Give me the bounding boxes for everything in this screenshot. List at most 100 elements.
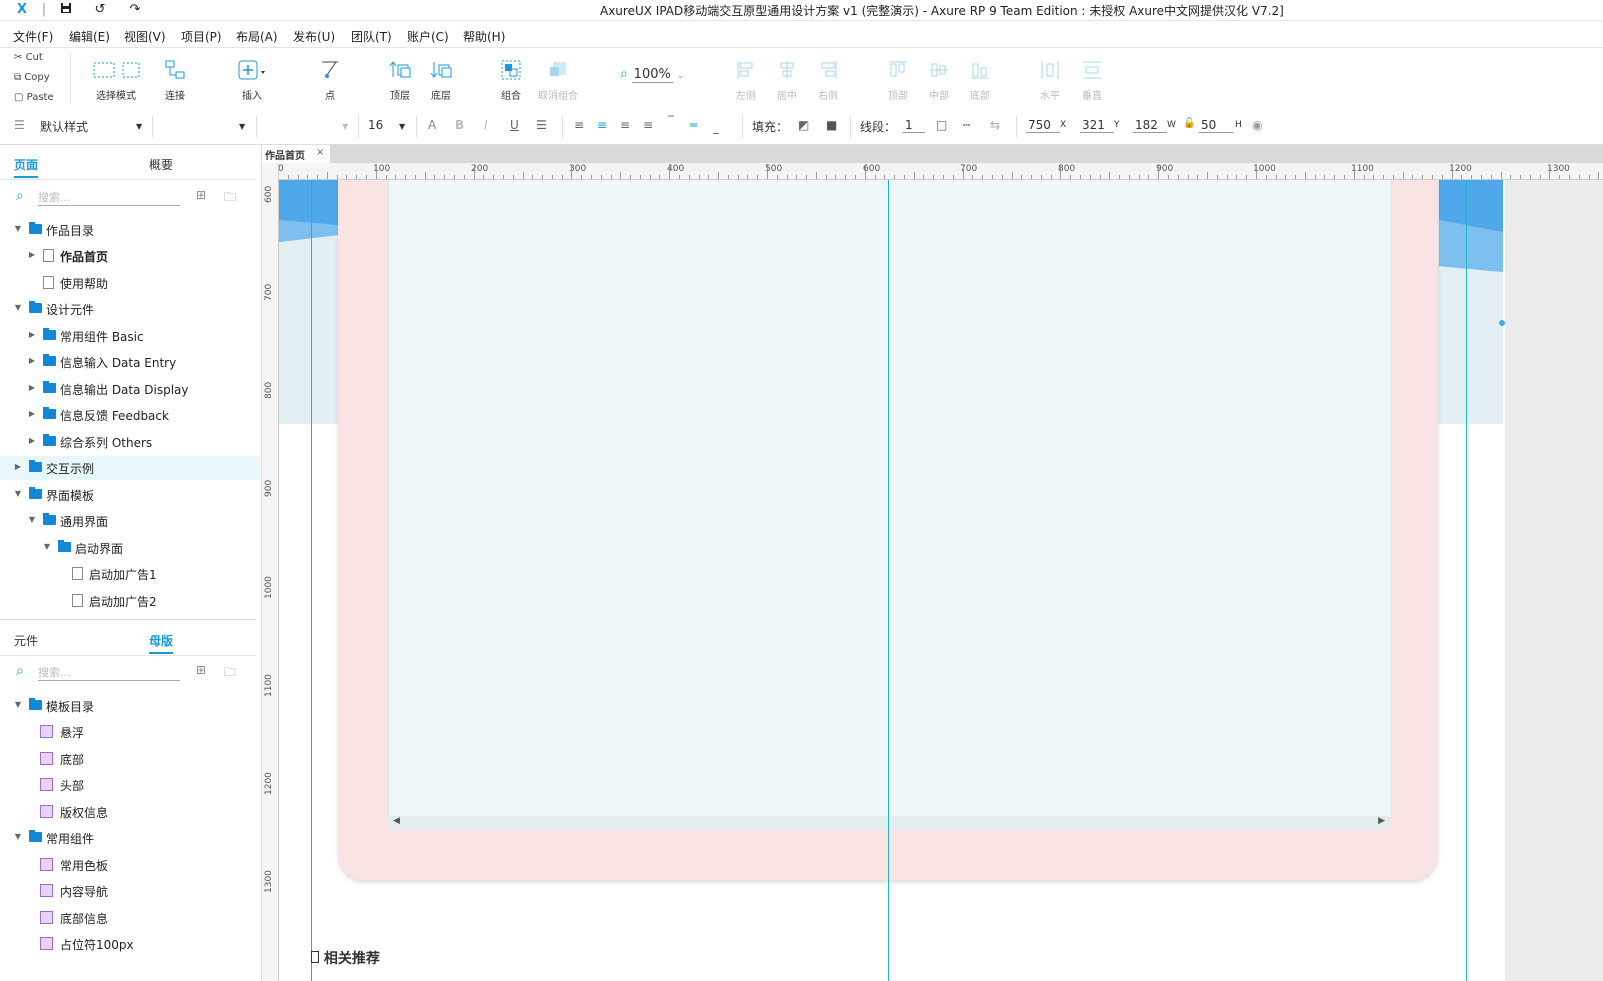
chevron-down-icon[interactable]: ▼	[14, 489, 22, 498]
tree-item[interactable]: 底部信息	[0, 906, 260, 930]
connect-button[interactable]: 连接	[149, 56, 201, 102]
chevron-down-icon[interactable]: ▼	[14, 700, 22, 709]
tree-item[interactable]: ▶ 常用组件 Basic	[0, 324, 260, 348]
lock-aspect-icon[interactable]: 🔓	[1183, 118, 1195, 129]
valign-bottom-icon[interactable]: _	[713, 120, 719, 134]
style-dropdown-chevron-icon[interactable]: ▼	[136, 122, 142, 131]
tree-item[interactable]: 使用帮助	[0, 271, 260, 295]
fill-shadow-icon[interactable]: ■	[826, 118, 837, 132]
tree-item[interactable]: ▼ 模板目录	[0, 694, 260, 718]
tree-item[interactable]: ▶ 作品首页	[0, 244, 260, 268]
line-arrow-icon[interactable]: ⇆	[990, 118, 1000, 132]
tree-item[interactable]: ▼ 设计元件	[0, 297, 260, 321]
tree-item[interactable]: 头部	[0, 773, 260, 797]
chevron-right-icon[interactable]: ▶	[28, 409, 36, 418]
tree-item[interactable]: ▼ 常用组件	[0, 826, 260, 850]
copy-button[interactable]: ⧉ Copy	[14, 72, 50, 83]
tree-item[interactable]: 内容导航	[0, 879, 260, 903]
chevron-right-icon[interactable]: ▶	[14, 462, 22, 471]
insert-button[interactable]: 插入	[226, 56, 278, 102]
tab-pages[interactable]: 页面	[14, 156, 38, 173]
send-to-back-button[interactable]: 底层	[415, 56, 467, 102]
pages-search-input[interactable]: 搜索...	[38, 189, 180, 206]
ungroup-button[interactable]: 取消组合	[532, 56, 584, 102]
chevron-down-icon[interactable]: ▼	[14, 224, 22, 233]
handle-dot[interactable]	[1499, 320, 1505, 326]
tree-item[interactable]: ▶ 信息反馈 Feedback	[0, 403, 260, 427]
tree-item[interactable]: ▼ 通用界面	[0, 509, 260, 533]
chevron-down-icon[interactable]: ▼	[43, 542, 51, 551]
add-master-icon[interactable]: ⊞	[196, 663, 206, 677]
redo-icon[interactable]: ↷	[127, 2, 143, 18]
y-input[interactable]: 321	[1080, 118, 1114, 133]
tab-masters[interactable]: 母版	[149, 632, 173, 649]
italic-icon[interactable]: I	[484, 118, 488, 132]
tree-item[interactable]: 占位符100px	[0, 932, 260, 956]
save-icon[interactable]	[58, 2, 74, 18]
tree-item[interactable]: 悬浮	[0, 720, 260, 744]
menu-help[interactable]: 帮助(H)	[463, 28, 505, 45]
underline-icon[interactable]: U	[510, 118, 519, 132]
bullet-list-icon[interactable]: ☰	[536, 118, 547, 132]
h-input[interactable]: 50	[1199, 118, 1233, 133]
style-select[interactable]: 默认样式	[40, 118, 88, 135]
ipad-screen[interactable]	[388, 180, 1392, 818]
tree-item[interactable]: ▶ 综合系列 Others	[0, 430, 260, 454]
scroll-left-arrow-icon[interactable]: ◀	[393, 816, 400, 826]
tree-item[interactable]: 底部	[0, 747, 260, 771]
line-color-icon[interactable]: □	[936, 118, 947, 132]
menu-team[interactable]: 团队(T)	[351, 28, 392, 45]
zoom-control[interactable]: ⌕ 100% ⌄	[620, 66, 684, 83]
tree-item[interactable]: ▶ 信息输出 Data Display	[0, 377, 260, 401]
w-input[interactable]: 182	[1133, 118, 1167, 133]
menu-publish[interactable]: 发布(U)	[293, 28, 335, 45]
add-folder-icon[interactable]: 🗀	[224, 663, 236, 684]
font-size-select[interactable]: 16	[368, 118, 383, 132]
design-canvas[interactable]: ◀ ▶ 相关推荐	[279, 180, 1603, 981]
guide-line[interactable]	[888, 180, 889, 981]
undo-icon[interactable]: ↺	[92, 2, 108, 18]
tab-outline[interactable]: 概要	[149, 156, 173, 173]
masters-search-input[interactable]: 搜索...	[38, 664, 180, 681]
tree-item[interactable]: ▼ 作品目录	[0, 218, 260, 242]
group-button[interactable]: 组合	[485, 56, 537, 102]
chevron-right-icon[interactable]: ▶	[28, 356, 36, 365]
point-button[interactable]: 点	[304, 56, 356, 102]
align-right-button[interactable]: 右侧	[802, 56, 854, 102]
text-align-left-icon[interactable]: ≡	[574, 118, 584, 132]
font-color-icon[interactable]: A	[428, 118, 436, 132]
guide-line[interactable]	[311, 180, 312, 981]
menu-project[interactable]: 项目(P)	[181, 28, 222, 45]
guide-line[interactable]	[1466, 180, 1467, 981]
font-family-dropdown-chevron-icon[interactable]: ▼	[239, 122, 245, 131]
tree-item[interactable]: 启动加广告1	[0, 562, 260, 586]
valign-top-icon[interactable]: ‾	[668, 114, 674, 128]
chevron-right-icon[interactable]: ▶	[28, 383, 36, 392]
text-align-right-icon[interactable]: ≡	[620, 118, 630, 132]
menu-edit[interactable]: 编辑(E)	[69, 28, 110, 45]
menu-layout[interactable]: 布局(A)	[236, 28, 278, 45]
menu-file[interactable]: 文件(F)	[13, 28, 53, 45]
tree-item[interactable]: ▶ 信息输入 Data Entry	[0, 350, 260, 374]
align-bottom-button[interactable]: 底部	[954, 56, 1006, 102]
font-size-dropdown-chevron-icon[interactable]: ▼	[399, 122, 405, 131]
close-icon[interactable]: ×	[316, 147, 324, 158]
select-mode-button[interactable]: 选择模式	[90, 56, 142, 102]
fill-color-icon[interactable]: ◩	[798, 118, 809, 132]
distribute-vertical-button[interactable]: 垂直	[1066, 56, 1118, 102]
text-align-center-icon[interactable]: ≡	[597, 118, 607, 132]
horizontal-scrollbar[interactable]: ◀ ▶	[389, 816, 1389, 830]
paste-button[interactable]: ▢ Paste	[14, 92, 54, 103]
tree-item[interactable]: 版权信息	[0, 800, 260, 824]
font-weight-dropdown-chevron-icon[interactable]: ▼	[342, 122, 348, 131]
chevron-right-icon[interactable]: ▶	[28, 436, 36, 445]
tree-item[interactable]: ▼ 界面模板	[0, 483, 260, 507]
chevron-right-icon[interactable]: ▶	[28, 330, 36, 339]
scroll-right-arrow-icon[interactable]: ▶	[1378, 816, 1385, 826]
chevron-down-icon[interactable]: ▼	[28, 515, 36, 524]
tab-document-home[interactable]: 作品首页 ×	[262, 145, 330, 163]
tree-item[interactable]: ▶ 交互示例	[0, 456, 260, 480]
bold-icon[interactable]: B	[455, 118, 464, 132]
tree-item[interactable]: 启动加广告2	[0, 589, 260, 613]
chevron-down-icon[interactable]: ▼	[14, 832, 22, 841]
